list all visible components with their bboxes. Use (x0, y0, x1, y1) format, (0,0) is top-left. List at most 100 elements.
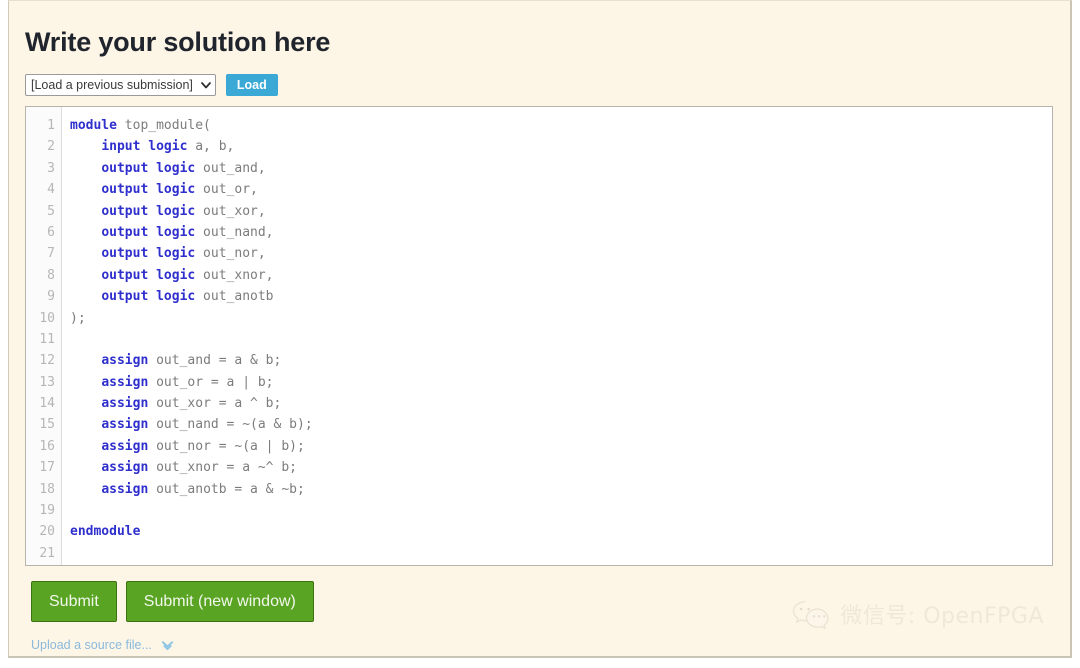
double-chevron-down-icon[interactable] (161, 639, 174, 652)
code-keyword: output logic (101, 246, 196, 262)
code-line: assign out_and = a & b; (70, 350, 1052, 371)
code-line: ); (70, 308, 1052, 329)
code-line: endmodule (70, 521, 1052, 542)
page-container: Write your solution here [Load a previou… (8, 0, 1072, 658)
code-keyword: output logic (101, 160, 196, 176)
line-number: 18 (39, 481, 55, 497)
code-keyword: assign (101, 374, 149, 390)
code-text: out_xnor, (195, 267, 274, 283)
line-number: 12 (39, 353, 55, 369)
line-number: 20 (39, 524, 55, 540)
submit-button[interactable]: Submit (31, 581, 117, 622)
code-line: assign out_xor = a ^ b; (70, 393, 1052, 414)
code-keyword: assign (101, 460, 149, 476)
code-keyword: output logic (101, 289, 196, 305)
code-text: out_xor = a ^ b; (148, 396, 282, 412)
code-line: output logic out_xor, (70, 201, 1052, 222)
line-number: 10 (39, 310, 55, 326)
line-number: 13 (39, 374, 55, 390)
line-number: 16 (39, 438, 55, 454)
code-keyword: assign (101, 417, 149, 433)
code-keyword: assign (101, 396, 149, 412)
line-number: 4 (47, 182, 55, 198)
code-line: assign out_xnor = a ~^ b; (70, 457, 1052, 478)
previous-submission-select-value: [Load a previous submission] (31, 78, 193, 92)
code-keyword: endmodule (70, 524, 141, 540)
upload-source-file-row: Upload a source file... (31, 638, 174, 652)
chevron-down-icon (201, 80, 211, 89)
code-editor[interactable]: 1 2 3 4 5 6 7 8 9 10 11 12 13 14 15 16 17 18 19 20 21 module… (25, 106, 1053, 566)
code-line: output logic out_anotb (70, 286, 1052, 307)
code-line: assign out_nor = ~(a | b); (70, 436, 1052, 457)
upload-source-file-link[interactable]: Upload a source file... (31, 638, 152, 652)
code-line: output logic out_xnor, (70, 265, 1052, 286)
code-text: out_and = a & b; (148, 353, 282, 369)
line-number: 3 (47, 160, 55, 176)
code-keyword: assign (101, 353, 149, 369)
code-text: out_nor, (195, 246, 266, 262)
submit-new-window-button[interactable]: Submit (new window) (125, 581, 314, 622)
code-text: top_module( (116, 118, 211, 133)
code-text: out_nor = ~(a | b); (148, 438, 305, 454)
code-line: module top_module( (70, 115, 1052, 136)
line-number: 8 (47, 267, 55, 283)
line-number: 11 (39, 331, 55, 347)
line-number: 9 (47, 289, 55, 305)
code-keyword: assign (101, 481, 149, 497)
page-title: Write your solution here (25, 27, 331, 57)
load-submission-row: [Load a previous submission] Load (25, 74, 278, 96)
code-line: assign out_or = a | b; (70, 372, 1052, 393)
code-line: assign out_anotb = a & ~b; (70, 479, 1052, 500)
code-text: out_or, (195, 182, 258, 198)
code-text: out_xor, (195, 203, 266, 219)
wechat-watermark-text: 微信号: OpenFPGA (840, 604, 1044, 629)
code-text: out_nand = ~(a & b); (148, 417, 313, 433)
line-number: 6 (47, 224, 55, 240)
line-number: 7 (47, 246, 55, 262)
code-text: ); (70, 310, 86, 326)
line-number: 21 (39, 545, 55, 561)
code-keyword: module (70, 118, 117, 133)
code-text: out_and, (195, 160, 266, 176)
line-number: 1 (47, 118, 55, 133)
code-keyword: output logic (101, 182, 196, 198)
code-text: out_xnor = a ~^ b; (148, 460, 297, 476)
editor-code-area[interactable]: module top_module( input logic a, b, out… (62, 107, 1052, 565)
previous-submission-select[interactable]: [Load a previous submission] (25, 74, 216, 96)
editor-line-number-gutter: 1 2 3 4 5 6 7 8 9 10 11 12 13 14 15 16 17 18 19 20 21 (26, 107, 62, 565)
line-number: 19 (39, 503, 55, 519)
line-number: 17 (39, 460, 55, 476)
code-text: out_nand, (195, 224, 274, 240)
line-number: 2 (47, 139, 55, 155)
code-keyword: output logic (101, 267, 196, 283)
load-button[interactable]: Load (225, 74, 278, 96)
wechat-logo-icon (791, 599, 831, 629)
code-line: output logic out_nor, (70, 243, 1052, 264)
wechat-watermark: 微信号: OpenFPGA (791, 598, 1044, 630)
submit-button-row: Submit Submit (new window) (31, 581, 314, 622)
line-number: 15 (39, 417, 55, 433)
code-line: output logic out_nand, (70, 222, 1052, 243)
code-line: assign out_nand = ~(a & b); (70, 414, 1052, 435)
code-line: output logic out_and, (70, 158, 1052, 179)
code-keyword: output logic (101, 224, 196, 240)
code-keyword: assign (101, 438, 149, 454)
code-keyword: input logic (101, 139, 188, 155)
